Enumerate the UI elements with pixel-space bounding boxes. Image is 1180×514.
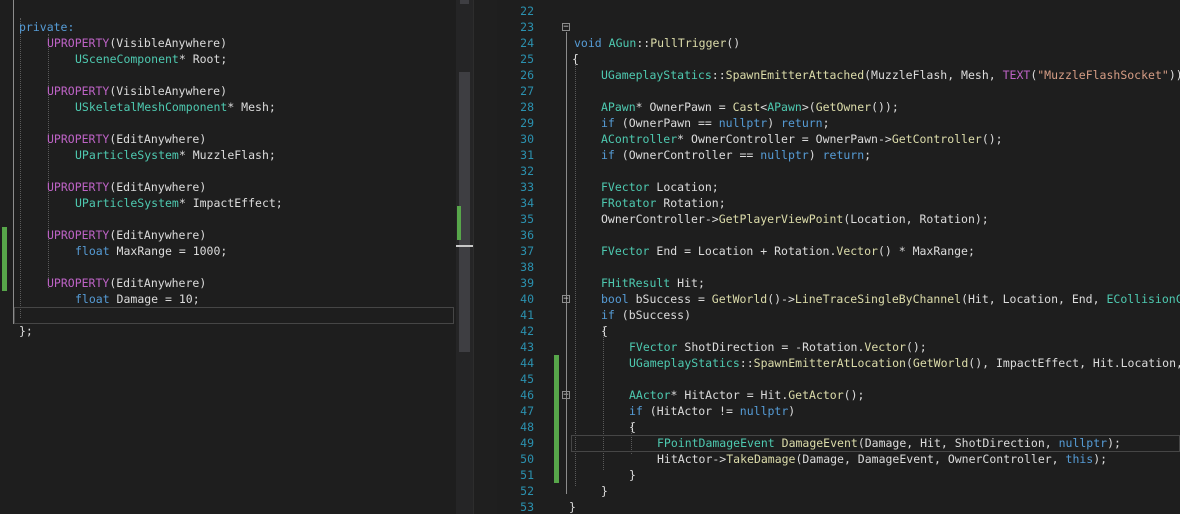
code-line: if (OwnerPawn == nullptr) return; — [601, 116, 830, 130]
code-line: } — [497, 451, 1180, 482]
code-line: UPROPERTY(EditAnywhere) — [47, 228, 207, 242]
code-line: FVector ShotDirection = -Rotation.Vector… — [629, 340, 927, 354]
code-text: }; — [19, 324, 33, 338]
code-line: FHitResult Hit; — [601, 276, 705, 290]
code-line: { — [572, 52, 579, 66]
code-line: UParticleSystem* ImpactEffect; — [75, 196, 283, 210]
line-number: 22 — [520, 4, 534, 18]
code-line: AActor* HitActor = Hit.GetActor(); — [629, 388, 865, 402]
code-line: UGameplayStatics::SpawnEmitterAtLocation… — [629, 356, 1180, 370]
code-line: UPROPERTY(VisibleAnywhere) — [47, 84, 228, 98]
code-line: void AGun::PullTrigger() — [574, 36, 741, 50]
pane-splitter[interactable] — [473, 0, 498, 514]
code-line: USceneComponent* Root; — [75, 52, 228, 66]
code-text: } — [569, 500, 576, 514]
code-line: private: — [0, 3, 456, 34]
code-line: OwnerController->GetPlayerViewPoint(Loca… — [601, 212, 989, 226]
code-line: } — [497, 483, 1180, 514]
code-line: APawn* OwnerPawn = Cast<APawn>(GetOwner(… — [601, 100, 899, 114]
code-line: FRotator Rotation; — [601, 196, 726, 210]
code-line: UPROPERTY(VisibleAnywhere) — [47, 36, 228, 50]
code-line: UGameplayStatics::SpawnEmitterAttached(M… — [601, 68, 1180, 82]
left-code-editor[interactable]: private: UPROPERTY(VisibleAnywhere) USce… — [0, 0, 456, 514]
code-line: { — [601, 324, 608, 338]
code-line: float Damage = 10; — [75, 292, 200, 306]
code-line: { — [629, 420, 636, 434]
code-line: }; — [0, 307, 456, 338]
code-line: bool bSuccess = GetWorld()->LineTraceSin… — [601, 292, 1180, 306]
code-line: USkeletalMeshComponent* Mesh; — [75, 100, 276, 114]
code-line: if (bSuccess) — [601, 308, 692, 322]
code-line: AController* OwnerController = OwnerPawn… — [601, 132, 1003, 146]
left-vertical-scrollbar[interactable] — [456, 0, 473, 514]
code-line: FVector End = Location + Rotation.Vector… — [601, 244, 975, 258]
scrollbar-change-marker — [457, 206, 461, 240]
code-line: float MaxRange = 1000; — [75, 244, 228, 258]
code-line: UPROPERTY(EditAnywhere) — [47, 180, 207, 194]
code-line: HitActor->TakeDamage(Damage, DamageEvent… — [657, 452, 1108, 466]
code-line: if (OwnerController == nullptr) return; — [601, 148, 872, 162]
scrollbar-caret-marker — [456, 245, 473, 247]
code-line: UParticleSystem* MuzzleFlash; — [75, 148, 276, 162]
code-line: } — [497, 467, 1180, 498]
code-line: UPROPERTY(EditAnywhere) — [47, 276, 207, 290]
right-code-editor[interactable]: 22 23 24 25 26 27 28 29 30 31 32 33 34 35 36 37 38 39 40 41… — [497, 0, 1180, 514]
code-line: if (HitActor != nullptr) — [629, 404, 796, 418]
code-line: FPointDamageEvent DamageEvent(Damage, Hi… — [657, 436, 1121, 450]
code-line: UPROPERTY(EditAnywhere) — [47, 132, 207, 146]
code-line: FVector Location; — [601, 180, 719, 194]
